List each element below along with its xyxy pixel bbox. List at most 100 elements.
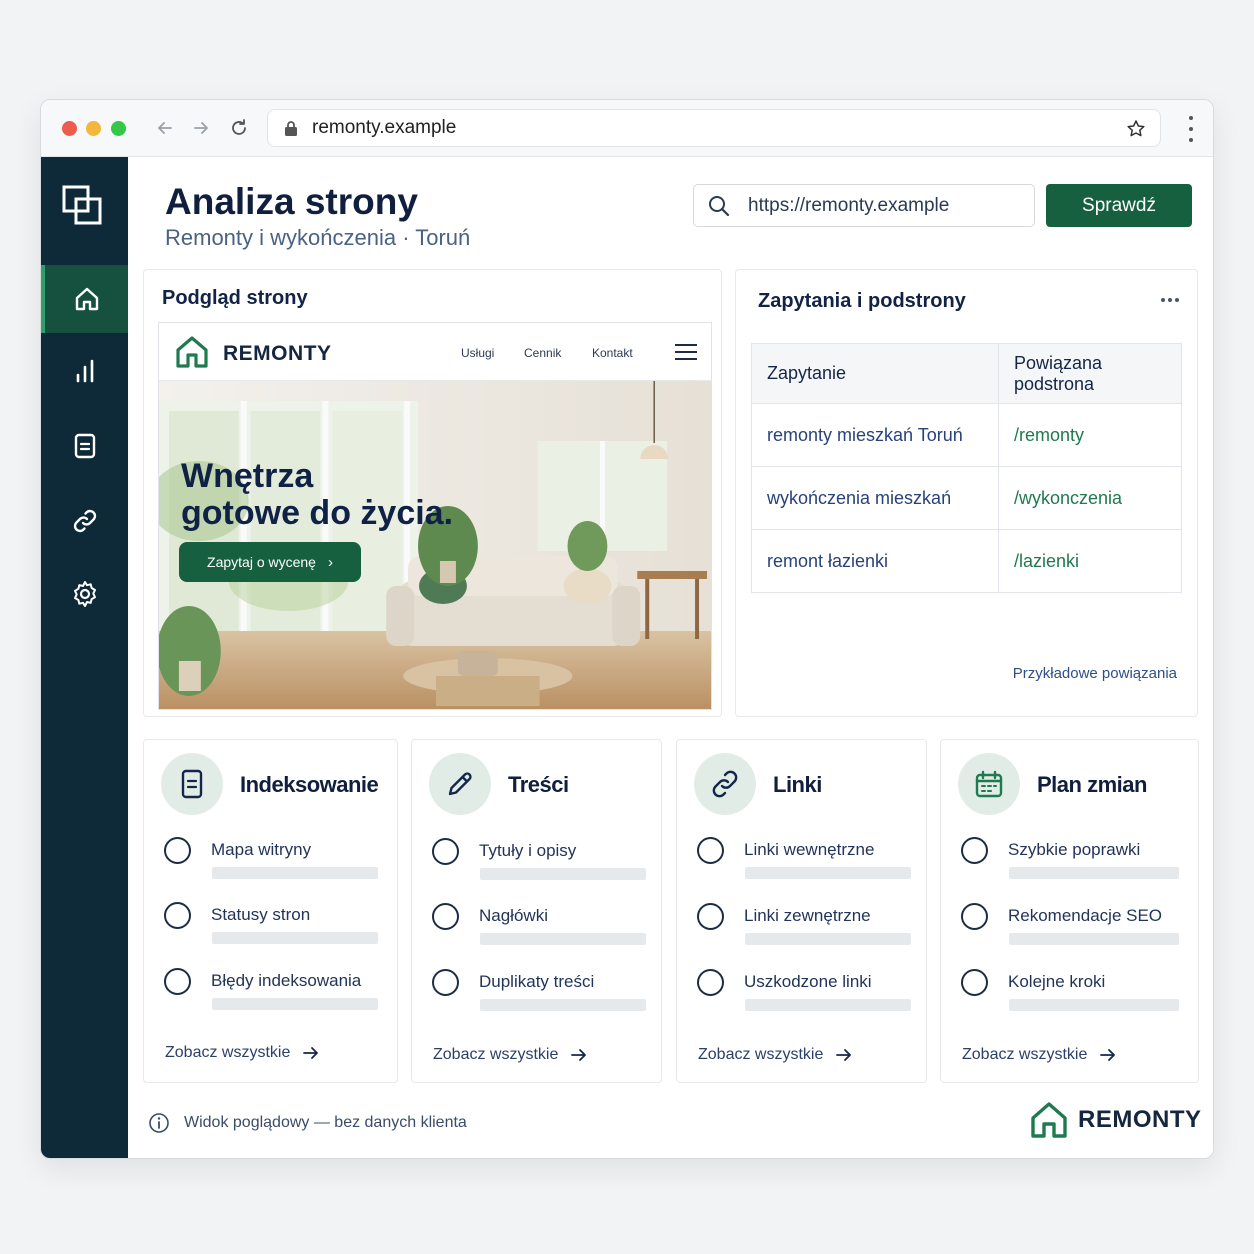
placeholder-bar: [212, 867, 378, 879]
task-item: Linki wewnętrzne: [697, 837, 917, 887]
task-item: Rekomendacje SEO: [961, 903, 1181, 953]
task-radio[interactable]: [432, 903, 459, 930]
see-all-link[interactable]: Zobacz wszystkie: [433, 1046, 587, 1064]
task-radio[interactable]: [961, 903, 988, 930]
task-radio[interactable]: [697, 903, 724, 930]
placeholder-bar: [480, 933, 646, 945]
table-row[interactable]: wykończenia mieszkań /wykonczenia: [751, 466, 1182, 530]
task-item: Uszkodzone linki: [697, 969, 917, 1019]
preview-site-header: REMONTY Usługi Cennik Kontakt: [159, 323, 711, 381]
back-arrow-icon[interactable]: [153, 116, 177, 140]
task-item: Nagłówki: [432, 903, 652, 953]
calendar-icon: [975, 770, 1003, 798]
placeholder-bar: [1009, 999, 1179, 1011]
query-cell: remonty mieszkań Toruń: [751, 403, 999, 467]
task-radio[interactable]: [961, 969, 988, 996]
queries-table: Zapytanie Powiązana podstrona remonty mi…: [751, 343, 1182, 593]
url-search-field[interactable]: [693, 184, 1035, 227]
page-preview-panel: Podgląd strony REMONTY Usługi Cennik Kon…: [143, 269, 722, 717]
card-title: Linki: [773, 772, 822, 797]
preview-nav-uslugi[interactable]: Usługi: [461, 346, 494, 360]
task-label: Błędy indeksowania: [211, 971, 362, 990]
headline-line-2: gotowe do życia.: [181, 494, 454, 532]
sidebar-item-stats[interactable]: [41, 337, 128, 405]
subpage-cell[interactable]: /lazienki: [998, 529, 1182, 593]
queries-panel: Zapytania i podstrony Zapytanie Powiązan…: [735, 269, 1198, 717]
see-all-link[interactable]: Zobacz wszystkie: [165, 1044, 319, 1062]
footer-brand-text: REMONTY: [1078, 1106, 1202, 1133]
task-radio[interactable]: [961, 837, 988, 864]
more-options-icon[interactable]: [1161, 298, 1179, 302]
task-item: Tytuły i opisy: [432, 838, 652, 888]
table-row[interactable]: remonty mieszkań Toruń /remonty: [751, 403, 1182, 467]
forward-arrow-icon[interactable]: [189, 116, 213, 140]
arrow-right-icon: [303, 1047, 319, 1059]
sidebar-item-home[interactable]: [41, 265, 128, 333]
see-all-link[interactable]: Zobacz wszystkie: [962, 1046, 1116, 1064]
task-radio[interactable]: [164, 968, 191, 995]
task-label: Mapa witryny: [211, 840, 312, 859]
close-window-button[interactable]: [62, 121, 77, 136]
task-label: Linki wewnętrzne: [744, 840, 875, 859]
task-radio[interactable]: [432, 969, 459, 996]
url-input[interactable]: [748, 194, 1018, 217]
card-icon-wrap: [694, 753, 756, 815]
link-icon: [712, 770, 738, 798]
placeholder-bar: [480, 868, 646, 880]
task-radio[interactable]: [432, 838, 459, 865]
card-icon-wrap: [958, 753, 1020, 815]
column-header-query: Zapytanie: [751, 343, 999, 404]
card-title: Plan zmian: [1037, 772, 1147, 797]
card-links: Linki Linki wewnętrzne Linki zewnętrzne …: [676, 739, 927, 1083]
card-indexing: Indeksowanie Mapa witryny Statusy stron …: [143, 739, 398, 1083]
example-mappings-link[interactable]: Przykładowe powiązania: [1013, 665, 1177, 682]
minimize-window-button[interactable]: [86, 121, 101, 136]
preview-headline: Wnętrza gotowe do życia.: [181, 458, 453, 532]
task-label: Linki zewnętrzne: [744, 906, 871, 925]
browser-menu-icon[interactable]: [1187, 116, 1195, 142]
task-radio[interactable]: [697, 837, 724, 864]
task-item: Błędy indeksowania: [164, 968, 384, 1018]
subpage-cell[interactable]: /remonty: [998, 403, 1182, 467]
browser-toolbar: remonty.example: [41, 100, 1213, 157]
hamburger-menu-icon[interactable]: [675, 344, 697, 360]
queries-panel-title: Zapytania i podstrony: [758, 290, 966, 312]
maximize-window-button[interactable]: [111, 121, 126, 136]
preview-site-logo: REMONTY: [223, 342, 332, 365]
sidebar-item-documents[interactable]: [41, 412, 128, 480]
table-row[interactable]: remont łazienki /lazienki: [751, 529, 1182, 593]
query-cell: remont łazienki: [751, 529, 999, 593]
preview-panel-title: Podgląd strony: [162, 287, 308, 309]
main-content: Analiza strony Remonty i wykończenia · T…: [128, 157, 1213, 1158]
url-text: remonty.example: [312, 117, 457, 138]
task-item: Linki zewnętrzne: [697, 903, 917, 953]
placeholder-bar: [745, 867, 911, 879]
check-button[interactable]: Sprawdź: [1046, 184, 1192, 227]
task-radio[interactable]: [164, 902, 191, 929]
task-radio[interactable]: [164, 837, 191, 864]
see-all-label: Zobacz wszystkie: [962, 1046, 1088, 1063]
document-icon: [74, 433, 95, 459]
task-item: Mapa witryny: [164, 837, 384, 887]
preview-cta-button[interactable]: Zapytaj o wycenę ›: [179, 542, 361, 582]
subpage-cell[interactable]: /wykonczenia: [998, 466, 1182, 530]
address-bar[interactable]: remonty.example: [267, 109, 1161, 147]
house-logo-icon: [176, 336, 208, 368]
task-label: Duplikaty treści: [479, 972, 595, 991]
bookmark-star-icon[interactable]: [1126, 119, 1146, 139]
arrow-right-icon: [836, 1049, 852, 1061]
sidebar-item-links[interactable]: [41, 487, 128, 555]
preview-nav-cennik[interactable]: Cennik: [524, 346, 561, 360]
footer-info: Widok poglądowy — bez danych klienta: [148, 1112, 467, 1134]
card-content: Treści Tytuły i opisy Nagłówki Duplikaty…: [411, 739, 662, 1083]
task-radio[interactable]: [697, 969, 724, 996]
preview-nav-kontakt[interactable]: Kontakt: [592, 346, 633, 360]
task-label: Uszkodzone linki: [744, 972, 872, 991]
see-all-label: Zobacz wszystkie: [433, 1046, 559, 1063]
column-header-subpage: Powiązana podstrona: [998, 343, 1182, 404]
placeholder-bar: [1009, 933, 1179, 945]
reload-icon[interactable]: [227, 116, 251, 140]
see-all-link[interactable]: Zobacz wszystkie: [698, 1046, 852, 1064]
task-item: Duplikaty treści: [432, 969, 652, 1019]
sidebar-item-settings[interactable]: [41, 560, 128, 628]
